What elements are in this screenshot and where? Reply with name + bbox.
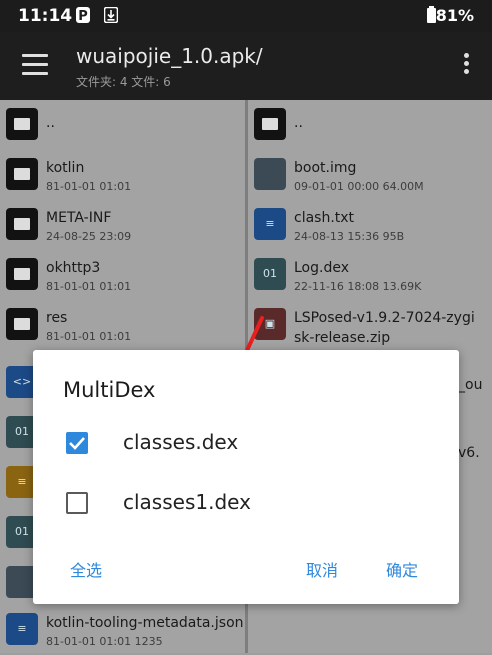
checkbox-checked-icon[interactable] — [66, 432, 88, 454]
option-classes1-dex[interactable]: classes1.dex — [33, 478, 459, 530]
multidex-dialog: MultiDex classes.dex classes1.dex 全选 取消 … — [33, 350, 459, 604]
cancel-button[interactable]: 取消 — [306, 557, 338, 581]
option-label: classes.dex — [123, 430, 239, 454]
confirm-button[interactable]: 确定 — [386, 557, 418, 581]
checkbox-unchecked-icon[interactable] — [66, 492, 88, 514]
option-label: classes1.dex — [123, 490, 251, 514]
dialog-title: MultiDex — [63, 378, 156, 402]
select-all-button[interactable]: 全选 — [70, 557, 102, 581]
option-classes-dex[interactable]: classes.dex — [33, 418, 459, 470]
